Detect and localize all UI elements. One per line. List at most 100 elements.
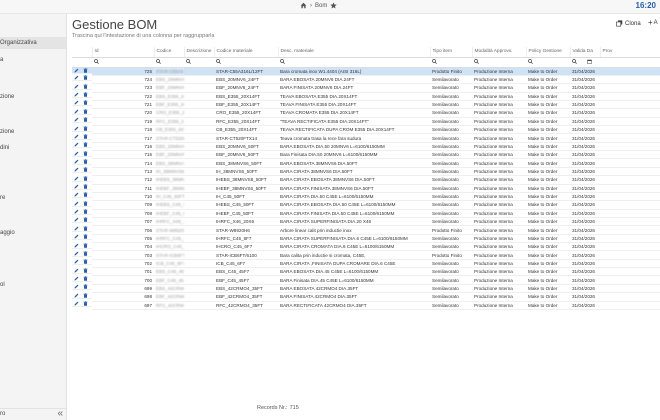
table-row[interactable]: 699EBS_42CRMO4_35FTEBS_42CRMO4_35FTBARA … — [72, 284, 660, 294]
edit-icon[interactable] — [74, 284, 79, 289]
delete-icon[interactable] — [83, 125, 88, 131]
delete-icon[interactable] — [83, 117, 88, 122]
filter-desc-materiale[interactable] — [278, 57, 430, 68]
edit-icon[interactable] — [74, 167, 79, 172]
table-row[interactable]: 704IHCRO_C45_6F7IHCRO_C45_6F7BARA CIRATA… — [72, 242, 660, 252]
table-row[interactable]: 705IHRFC_C45_6F7IHRFC_C45_6F7BARA CIRATA… — [72, 234, 660, 244]
edit-icon[interactable] — [74, 276, 79, 281]
edit-icon[interactable] — [74, 251, 79, 256]
star-icon[interactable] — [330, 2, 338, 9]
sidebar-footer-label[interactable]: ro — [0, 411, 5, 417]
delete-icon[interactable] — [83, 159, 88, 164]
edit-icon[interactable] — [74, 84, 79, 89]
sidebar-item-2[interactable]: a — [0, 57, 3, 63]
filter-tipo-item[interactable] — [430, 57, 472, 68]
edit-icon[interactable] — [74, 134, 79, 139]
table-row[interactable]: 697RFC_42CRMO4_35FTRFC_42CRMO4_35FTBARA … — [72, 301, 660, 310]
table-row[interactable]: 702 ICB_C45_6F7 ICB_C45_6F7 BARA CIRATA ,FI… — [72, 259, 660, 269]
edit-icon[interactable] — [74, 126, 79, 131]
edit-icon[interactable] — [74, 100, 79, 105]
add-button[interactable]: + A — [648, 19, 658, 27]
delete-icon[interactable] — [83, 284, 88, 290]
edit-icon[interactable] — [74, 201, 79, 206]
filter-descrizione[interactable] — [184, 57, 214, 68]
delete-icon[interactable] — [83, 234, 88, 239]
table-row[interactable]: 724EBS_20MNV6_24FTEBS_20MNV6_24FTBARA EB… — [72, 75, 660, 85]
delete-icon[interactable] — [83, 100, 88, 106]
home-icon[interactable] — [300, 2, 307, 9]
delete-icon[interactable] — [83, 142, 88, 147]
edit-icon[interactable] — [74, 159, 79, 164]
delete-icon[interactable] — [83, 267, 88, 273]
delete-icon[interactable] — [83, 192, 88, 198]
filter-prov[interactable] — [600, 57, 660, 68]
column-header-descrizione[interactable]: Descrizione — [184, 47, 215, 58]
sidebar-item-3[interactable]: zione — [0, 94, 14, 100]
table-row[interactable]: 717STAR-CT520FTX14STAR-CT520FTX14Teava c… — [72, 133, 660, 143]
column-header-tipo-item[interactable]: Tipo item — [430, 47, 473, 58]
delete-icon[interactable] — [83, 134, 88, 139]
filter-codice-materiale[interactable] — [214, 57, 278, 68]
delete-icon[interactable] — [83, 217, 88, 223]
table-row[interactable]: 707IHRFC_X46_20X6IHRFC_X46_20X6BARA CIRA… — [72, 217, 660, 227]
edit-icon[interactable] — [74, 301, 79, 306]
delete-icon[interactable] — [83, 109, 88, 114]
delete-icon[interactable] — [83, 167, 88, 173]
edit-icon[interactable] — [74, 109, 79, 114]
edit-icon[interactable] — [74, 234, 79, 239]
table-row[interactable]: 706STAR-W8920H6STAR-W8920H6Arbore linear… — [72, 225, 660, 235]
sidebar-item-4[interactable]: zione — [0, 129, 14, 135]
column-header-modalita[interactable]: Modalità Approvv. — [472, 47, 527, 58]
filter-codice[interactable] — [154, 57, 184, 68]
delete-icon[interactable] — [83, 251, 88, 256]
column-header-policy[interactable]: Policy Gestione — [526, 47, 571, 58]
delete-icon[interactable] — [83, 276, 88, 281]
table-row[interactable]: 719RFC_E355_20X14FTRFC_E355_20X14FT"TEAV… — [72, 117, 660, 127]
edit-icon[interactable] — [74, 176, 79, 181]
table-row[interactable]: 713IH_38MNVS6_50FTIH_38MNVS6_50FTBARA CI… — [72, 167, 660, 177]
filter-modalita[interactable] — [472, 57, 526, 68]
table-row[interactable]: 698EBF_42CRMO4_35FTEBF_42CRMO4_35FTBARA … — [72, 292, 660, 302]
edit-icon[interactable] — [74, 142, 79, 147]
delete-icon[interactable] — [83, 301, 88, 306]
column-header-codice-materiale[interactable]: Codice materiale — [214, 47, 279, 58]
sidebar-item-organizzativa[interactable]: Organizzativa — [0, 37, 66, 49]
edit-icon[interactable] — [74, 68, 79, 73]
collapse-sidebar-icon[interactable]: « — [57, 409, 63, 419]
table-row[interactable]: 710 IH_C45_50FT IH_C45_50FT BARA CIRATA DIA… — [72, 192, 660, 202]
delete-icon[interactable] — [83, 209, 88, 214]
table-row[interactable]: 722EBS_E355_20X14FTEBS_E355_20X14FTTEAVA… — [72, 92, 660, 101]
edit-icon[interactable] — [74, 184, 79, 189]
delete-icon[interactable] — [83, 242, 88, 248]
edit-icon[interactable] — [74, 151, 79, 156]
edit-icon[interactable] — [74, 92, 79, 97]
delete-icon[interactable] — [83, 83, 88, 89]
edit-icon[interactable] — [74, 293, 79, 298]
filter-id[interactable] — [92, 57, 154, 68]
table-row[interactable]: 703STAR-ICB6FT/6100STAR-ICB6FT/6100Bara … — [72, 250, 660, 260]
edit-icon[interactable] — [74, 226, 79, 231]
calendar-icon[interactable] — [587, 59, 592, 64]
delete-icon[interactable] — [83, 226, 88, 231]
column-header-codice[interactable]: Codice — [154, 47, 185, 58]
filter-policy[interactable] — [526, 57, 570, 68]
edit-icon[interactable] — [74, 209, 79, 214]
sidebar-item-7[interactable]: aggio — [0, 230, 15, 236]
delete-icon[interactable] — [83, 67, 88, 73]
table-row[interactable]: 708IHEBF_C45_50FTIHEBF_C45_50FTBARA CIRA… — [72, 209, 660, 218]
delete-icon[interactable] — [83, 184, 88, 189]
edit-icon[interactable] — [74, 75, 79, 80]
edit-icon[interactable] — [74, 243, 79, 248]
edit-icon[interactable] — [74, 268, 79, 273]
table-row[interactable]: 701EBS_C45_45F7EBS_C45_45F7BARA EBOSATA … — [72, 267, 660, 277]
edit-icon[interactable] — [74, 259, 79, 264]
table-row[interactable]: 723EBF_20MNV6_24FTEBF_20MNV6_24FTBARA FI… — [72, 83, 660, 93]
delete-icon[interactable] — [83, 75, 88, 81]
column-header-id[interactable]: Id — [92, 47, 155, 58]
delete-icon[interactable] — [83, 201, 88, 206]
table-row[interactable]: 718CB_E355_20X14FTCB_E355_20X14FTTEAVA R… — [72, 125, 660, 135]
column-header-valida-da[interactable]: Valida Da — [570, 47, 601, 58]
delete-icon[interactable] — [83, 175, 88, 181]
column-header-desc-materiale[interactable]: Desc. materiale — [278, 47, 431, 58]
clone-button[interactable]: Clona — [616, 20, 641, 27]
